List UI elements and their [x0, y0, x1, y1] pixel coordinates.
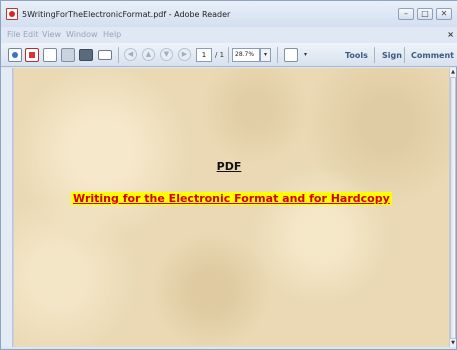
window-title: 5WritingForTheElectronicFormat.pdf - Ado…	[22, 10, 231, 19]
navigation-pane-strip[interactable]	[1, 68, 13, 347]
tools-dropdown-icon[interactable]: ▾	[304, 51, 307, 58]
scroll-down-icon[interactable]: ▼	[450, 339, 456, 347]
zoom-input[interactable]: 28.7%	[232, 48, 260, 62]
toolbar: ◀ ▲ ▼ ▶ 1 / 1 28.7% ▾ ▾ Tools Sign Comme…	[1, 43, 457, 67]
menu-window[interactable]: Window	[66, 30, 98, 39]
page-total: / 1	[215, 51, 225, 59]
tools-button[interactable]: Tools	[345, 51, 368, 60]
adobe-reader-icon	[6, 8, 18, 20]
previous-page-icon[interactable]: ▲	[142, 48, 155, 61]
toolbar-separator	[404, 47, 405, 63]
menu-edit[interactable]: Edit	[23, 30, 39, 39]
scroll-up-icon[interactable]: ▲	[450, 68, 456, 76]
close-document-icon[interactable]: ×	[447, 30, 454, 39]
scroll-thumb[interactable]	[450, 77, 456, 339]
sign-button[interactable]: Sign	[382, 51, 402, 60]
first-page-icon[interactable]: ◀	[124, 48, 137, 61]
vertical-scrollbar[interactable]: ▲ ▼	[449, 68, 456, 347]
document-page: PDF Writing for the Electronic Format an…	[13, 68, 452, 347]
window-controls: – □ ✕	[398, 8, 452, 20]
interactive-tools-icon[interactable]	[284, 48, 298, 62]
save-icon[interactable]	[61, 48, 75, 62]
menu-help[interactable]: Help	[103, 30, 121, 39]
next-page-icon[interactable]: ▼	[160, 48, 173, 61]
zoom-dropdown-icon[interactable]: ▾	[260, 48, 271, 62]
document-subtitle: Writing for the Electronic Format and fo…	[71, 192, 392, 205]
edit-document-icon[interactable]	[43, 48, 57, 62]
toolbar-separator	[228, 47, 229, 63]
acrobat-icon[interactable]	[25, 48, 39, 62]
email-icon[interactable]	[98, 50, 112, 60]
toolbar-separator	[277, 47, 278, 63]
toolbar-separator	[118, 47, 119, 63]
menu-file[interactable]: File	[7, 30, 20, 39]
comment-button[interactable]: Comment	[411, 51, 454, 60]
minimize-button[interactable]: –	[398, 8, 414, 20]
close-button[interactable]: ✕	[436, 8, 452, 20]
document-heading: PDF	[216, 160, 242, 173]
print-icon[interactable]	[79, 49, 93, 61]
menu-bar: File Edit View Window Help ×	[1, 27, 457, 43]
page-number-input[interactable]: 1	[196, 48, 212, 62]
last-page-icon[interactable]: ▶	[178, 48, 191, 61]
menu-view[interactable]: View	[42, 30, 61, 39]
create-pdf-icon[interactable]	[8, 48, 22, 62]
title-bar[interactable]: 5WritingForTheElectronicFormat.pdf - Ado…	[1, 1, 457, 27]
maximize-button[interactable]: □	[417, 8, 433, 20]
adobe-reader-window: 5WritingForTheElectronicFormat.pdf - Ado…	[0, 0, 457, 350]
toolbar-separator	[374, 47, 375, 63]
